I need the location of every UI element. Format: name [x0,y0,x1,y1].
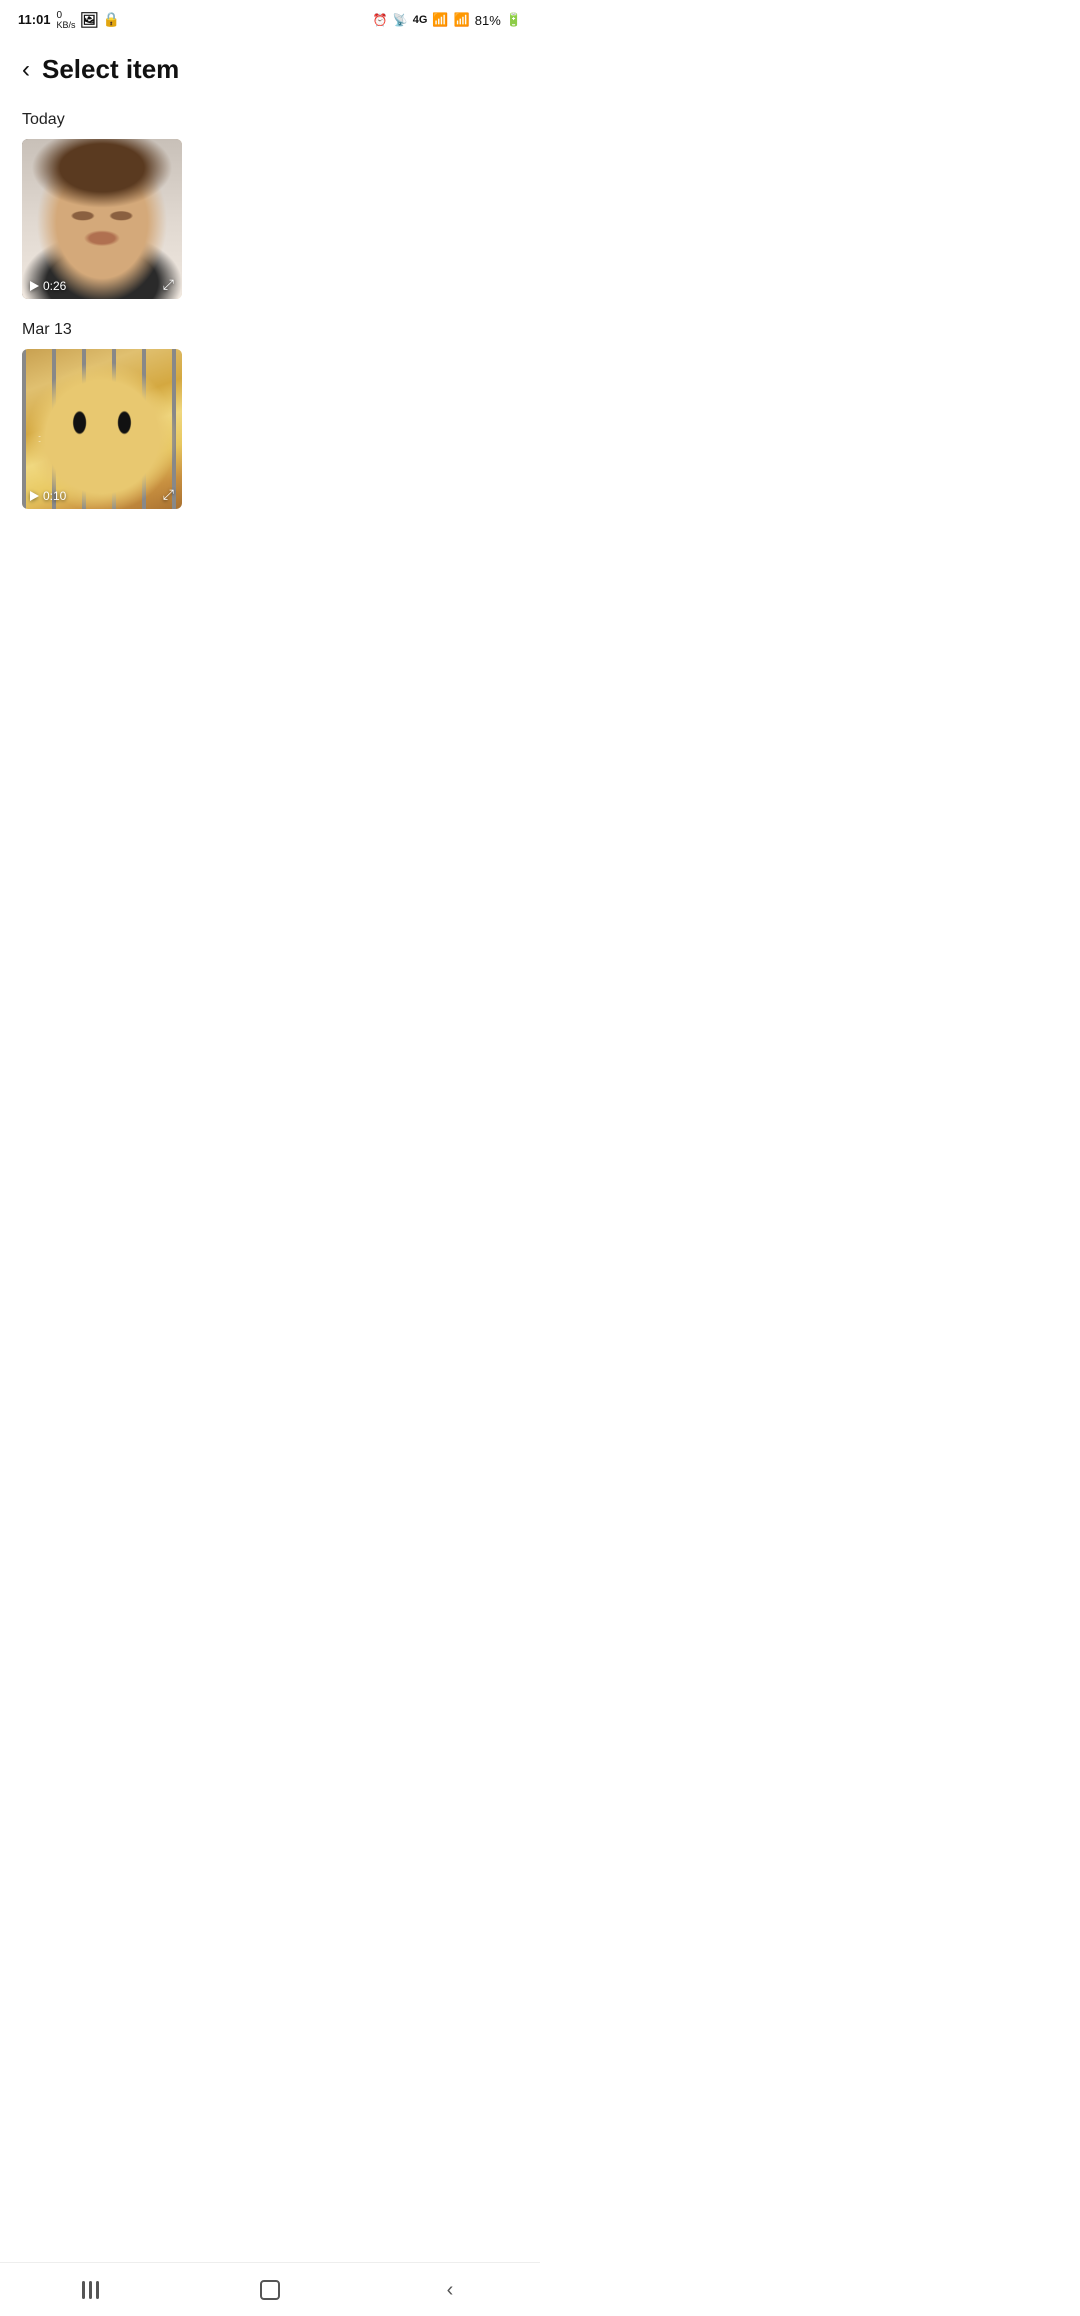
video-grid-mar13: 0:10 ⤢ [0,349,540,519]
video-grid-today: 0:26 ⤢ [0,139,540,309]
thumb-overlay-rick: 0:26 ⤢ [22,139,182,299]
hotspot-icon: 📡 [393,13,408,27]
header: ‹ Select item [0,36,540,99]
gallery-icon: 🖼 [80,11,99,29]
section-mar13: Mar 13 0:10 ⤢ [0,309,540,519]
play-icon-cat [30,491,39,501]
play-icon-rick [30,281,39,291]
nav-square-icon [260,2280,280,2300]
thumb-overlay-cat: 0:10 ⤢ [22,349,182,509]
data-speed: 0 KB/s [57,10,76,31]
alarm-icon: ⏰ [373,13,388,27]
duration-badge-rick: 0:26 [30,279,66,293]
thumb-bottom-cat: 0:10 ⤢ [22,480,182,509]
lock-icon: 🔒 [103,11,120,28]
expand-icon-rick[interactable]: ⤢ [163,276,174,293]
nav-line-1 [82,2281,85,2299]
nav-line-2 [89,2281,92,2299]
duration-text-rick: 0:26 [43,279,66,293]
nav-line-3 [96,2281,99,2299]
nav-bar: ‹ [0,2262,540,2316]
section-label-mar13: Mar 13 [0,309,540,349]
status-bar: 11:01 0 KB/s 🖼 🔒 ⏰ 📡 4G 📶 📶 81% 🔋 [0,0,540,36]
back-button[interactable]: ‹ [22,58,30,82]
status-right: ⏰ 📡 4G 📶 📶 81% 🔋 [373,12,522,28]
duration-badge-cat: 0:10 [30,489,66,503]
battery-icon: 🔋 [506,12,522,28]
signal-icon-2: 📶 [454,12,470,28]
signal-icon-1: 📶 [432,12,448,28]
thumb-bottom-rick: 0:26 ⤢ [22,270,182,299]
status-left: 11:01 0 KB/s 🖼 🔒 [18,10,120,31]
status-time: 11:01 [18,12,51,27]
nav-recent-button[interactable] [50,2270,130,2310]
nav-back-button[interactable]: ‹ [410,2270,490,2310]
battery-percent: 81% [475,13,501,28]
network-4g-icon: 4G [413,14,428,26]
section-today: Today 0:26 ⤢ [0,99,540,309]
page-title: Select item [42,54,179,85]
nav-home-button[interactable] [230,2270,310,2310]
nav-chevron-icon: ‹ [447,2280,454,2300]
expand-icon-cat[interactable]: ⤢ [163,486,174,503]
duration-text-cat: 0:10 [43,489,66,503]
section-label-today: Today [0,99,540,139]
video-item-cat[interactable]: 0:10 ⤢ [22,349,182,509]
video-item-rick[interactable]: 0:26 ⤢ [22,139,182,299]
nav-lines-icon [82,2281,99,2299]
